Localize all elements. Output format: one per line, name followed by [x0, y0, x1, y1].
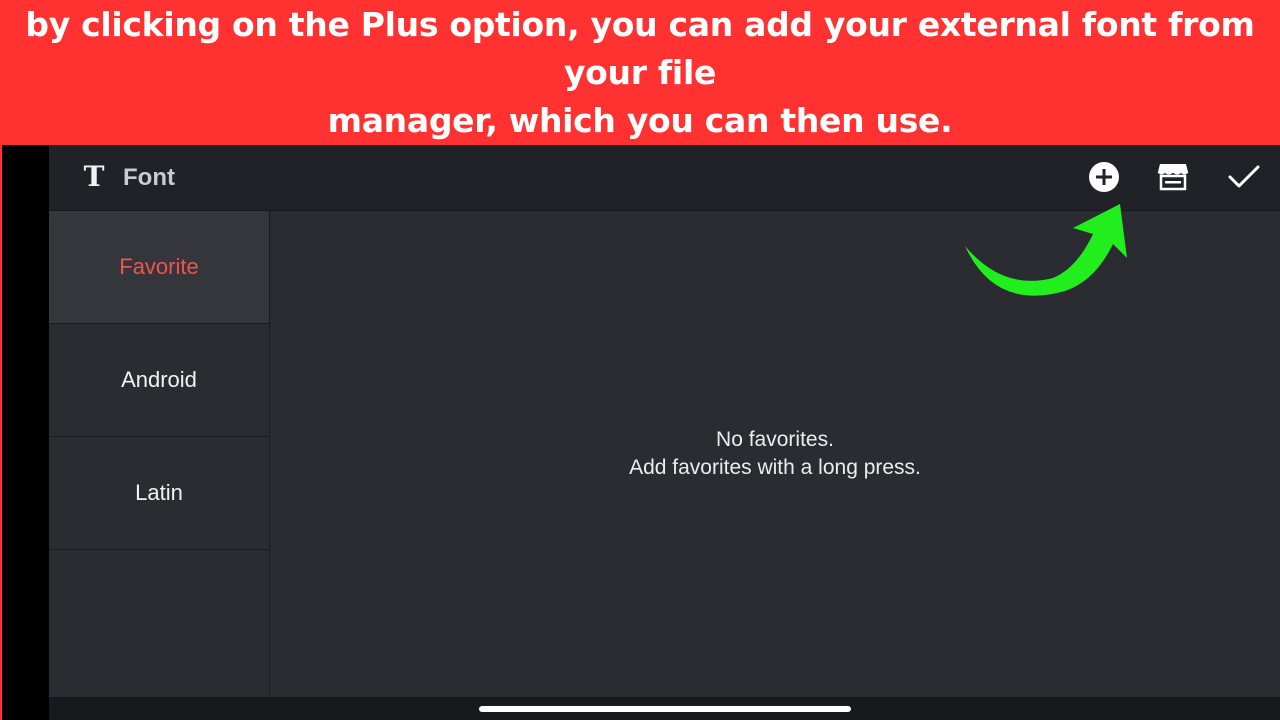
category-android[interactable]: Android: [49, 324, 269, 437]
instruction-line-2: manager, which you can then use.: [327, 100, 953, 140]
category-latin[interactable]: Latin: [49, 437, 269, 550]
plus-icon: [1089, 162, 1119, 192]
instruction-text: by clicking on the Plus option, you can …: [10, 1, 1270, 145]
font-category-list: Favorite Android Latin: [49, 211, 270, 697]
text-font-icon: T: [83, 160, 105, 193]
category-favorite[interactable]: Favorite: [49, 211, 269, 324]
category-label: Latin: [135, 480, 183, 505]
toolbar-title: Font: [123, 164, 175, 191]
confirm-button[interactable]: [1226, 159, 1262, 195]
instruction-banner: by clicking on the Plus option, you can …: [0, 0, 1280, 145]
category-label: Android: [121, 367, 197, 392]
home-indicator[interactable]: [479, 706, 851, 712]
annotation-arrow: [965, 204, 1127, 296]
empty-state-message: No favorites. Add favorites with a long …: [270, 426, 1280, 482]
instruction-line-1: by clicking on the Plus option, you can …: [25, 4, 1255, 92]
left-edge: [0, 145, 49, 720]
category-label: Favorite: [119, 254, 199, 279]
empty-state-hint: Add favorites with a long press.: [629, 456, 921, 479]
store-icon: [1157, 164, 1189, 191]
check-icon: [1228, 165, 1260, 188]
left-edge-accent: [0, 145, 2, 720]
font-store-button[interactable]: [1155, 159, 1191, 195]
empty-state-title: No favorites.: [716, 428, 834, 451]
add-font-button[interactable]: [1086, 159, 1122, 195]
